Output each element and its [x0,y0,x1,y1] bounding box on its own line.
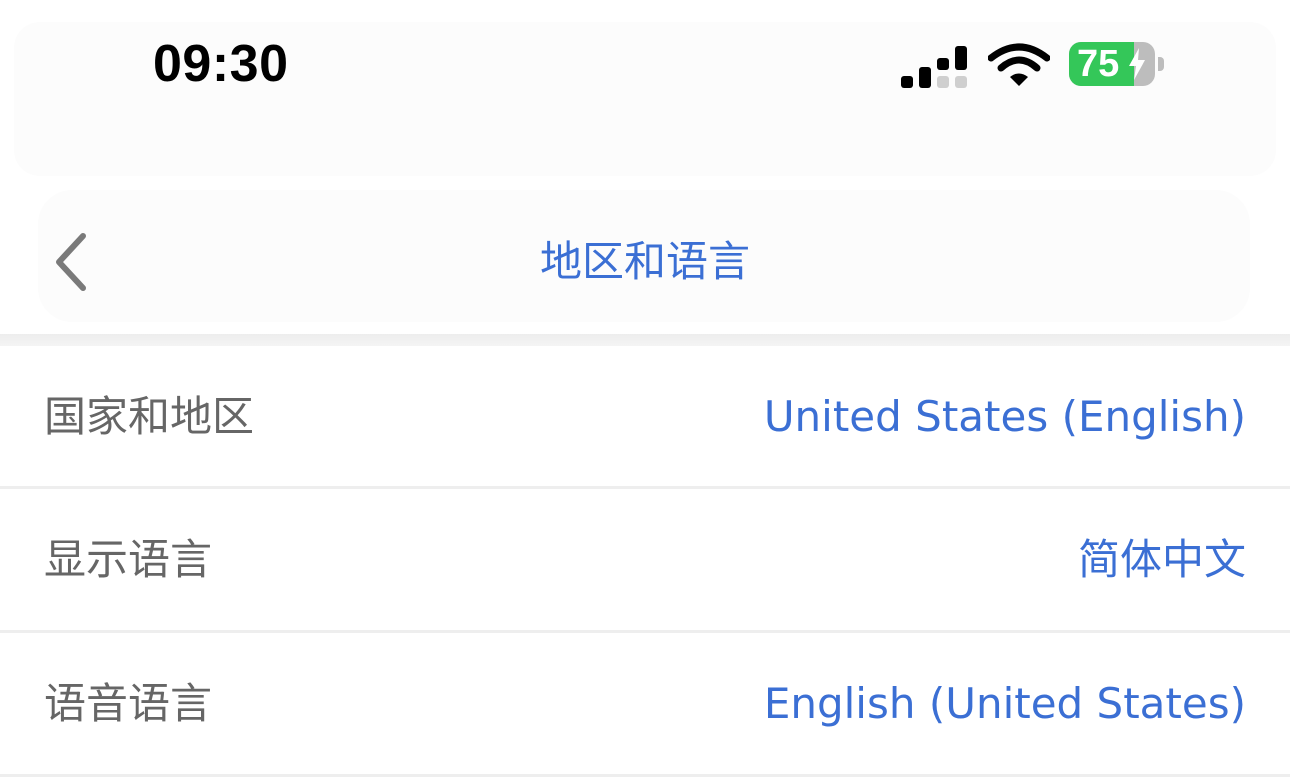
row-label: 语音语言 [44,679,213,728]
settings-row-display-language[interactable]: 显示语言 简体中文 [0,489,1290,630]
charging-bolt-icon [1129,48,1145,80]
battery-percent: 75 [1077,43,1120,85]
battery-indicator: 75 [1069,42,1165,88]
cellular-signal-icon [901,46,967,88]
row-value: United States (English) [763,392,1246,441]
battery-cap [1158,57,1164,71]
row-label: 显示语言 [44,535,213,584]
wifi-icon [988,43,1050,86]
page-title: 地区和语言 [539,237,750,286]
row-value: 简体中文 [1077,535,1246,584]
row-label: 国家和地区 [44,392,255,441]
row-value: English (United States) [763,679,1246,728]
row-divider [0,774,1290,777]
settings-row-voice-language[interactable]: 语音语言 English (United States) [0,633,1290,774]
status-time: 09:30 [153,35,289,93]
battery-body: 75 [1069,42,1155,86]
settings-row-country-region[interactable]: 国家和地区 United States (English) [0,346,1290,487]
